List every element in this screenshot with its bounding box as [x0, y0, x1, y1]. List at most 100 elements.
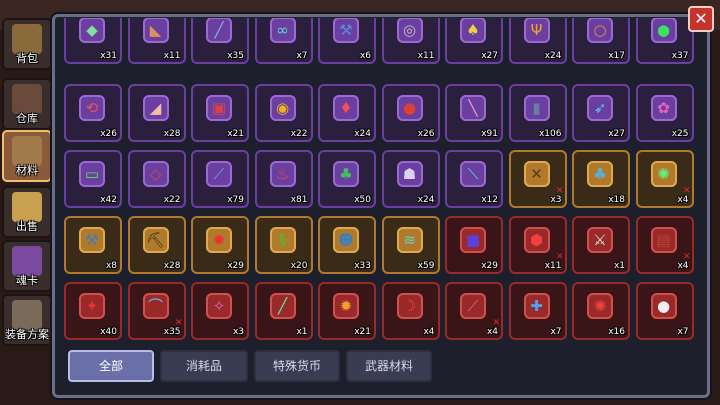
item-count: x3	[550, 195, 562, 205]
sidebar-tab-4[interactable]: 魂卡	[2, 240, 52, 292]
claw-icon: Ψ	[523, 18, 550, 43]
sidebar-tab-label: 背包	[16, 52, 38, 65]
inventory-slot[interactable]: ⟋ x79	[191, 150, 249, 208]
inventory-slot[interactable]: ♨ x81	[254, 150, 313, 208]
inventory-slot[interactable]: ○ x17	[572, 18, 630, 64]
goggles-icon: ∞	[269, 18, 296, 43]
inventory-slot[interactable]: ⟍ x12	[445, 150, 503, 208]
filter-button-2[interactable]: 特殊货币	[254, 350, 340, 382]
inventory-slot[interactable]: ⟲ x26	[64, 84, 122, 142]
inventory-slot[interactable]: ≋ x59	[381, 216, 440, 274]
item-count: x24	[354, 129, 371, 139]
inventory-slot[interactable]: ⟋ ✕ x4	[445, 282, 503, 340]
inventory-slot[interactable]: ♣ x50	[318, 150, 376, 208]
inventory-slot[interactable]: ✧ x3	[191, 282, 249, 340]
sidebar-tab-0[interactable]: 背包	[2, 18, 52, 70]
item-glyph: ●	[402, 98, 417, 117]
filter-button-3[interactable]: 武器材料	[346, 350, 432, 382]
item-count: x37	[671, 51, 689, 61]
item-count: x22	[163, 195, 181, 205]
item-glyph: ➶	[593, 98, 607, 117]
item-count: x35	[163, 327, 181, 337]
item-count: x26	[100, 129, 117, 139]
inventory-slot[interactable]: ✹ x21	[318, 282, 376, 340]
inventory-slot[interactable]: ☽ x4	[381, 282, 440, 340]
inventory-slot[interactable]: ▤ ✕ x4	[635, 216, 694, 274]
inventory-slot[interactable]: ▣ x21	[191, 84, 249, 142]
inventory-grid: ◆ x31 ◣ x11 ╱ x35 ∞ x7 ⚒ x6 ◎ x11 ♠ x27 Ψx24 ○ x17 ● x37 ⟲ x…	[60, 18, 700, 348]
bow-icon: ⌒	[142, 293, 169, 319]
inventory-slot[interactable]: ➶ x27	[572, 84, 630, 142]
inventory-slot[interactable]: ✚ x7	[508, 282, 567, 340]
inventory-slot[interactable]: § x20	[254, 216, 313, 274]
sidebar-tab-1[interactable]: 仓库	[2, 78, 52, 130]
item-glyph: ☗	[402, 164, 417, 183]
item-count: x27	[608, 129, 625, 139]
inventory-slot[interactable]: ◆ x31	[64, 18, 122, 64]
close-button[interactable]: ✕	[688, 6, 714, 32]
inventory-slot[interactable]: ▮ x106	[508, 84, 567, 142]
inventory-slot[interactable]: ◣ x11	[127, 18, 186, 64]
inventory-slot[interactable]: ◉ x22	[254, 84, 313, 142]
sidebar-tab-3[interactable]: 出售	[2, 186, 52, 238]
inventory-slot[interactable]: ♠ x27	[445, 18, 503, 64]
inventory-slot[interactable]: ✹ x29	[191, 216, 249, 274]
item-count: x35	[227, 51, 244, 61]
item-glyph: ◆	[86, 20, 98, 39]
item-glyph: ⚔	[593, 230, 607, 249]
item-count: x42	[100, 195, 117, 205]
inventory-slot[interactable]: ♦ x24	[318, 84, 376, 142]
inventory-slot[interactable]: ╲ x91	[445, 84, 503, 142]
inventory-slot[interactable]: ◇ x22	[127, 150, 186, 208]
shield-icon: ▣	[206, 95, 232, 121]
inventory-slot[interactable]: ✺ ✕ x4	[635, 150, 694, 208]
inventory-slot[interactable]: ✺ x16	[572, 282, 630, 340]
item-glyph: ▭	[84, 164, 100, 183]
sidebar-tab-2[interactable]: 材料	[2, 130, 52, 182]
inventory-slot[interactable]: ● x26	[381, 84, 440, 142]
inventory-slot[interactable]: ♣ x18	[572, 150, 630, 208]
inventory-slot[interactable]: ✦ x40	[64, 282, 122, 340]
item-count: x12	[481, 195, 498, 205]
filter-button-1[interactable]: 消耗品	[160, 350, 248, 382]
inventory-slot[interactable]: ╱ x1	[254, 282, 313, 340]
inventory-slot[interactable]: ■ x29	[445, 216, 503, 274]
inventory-slot[interactable]: ✿ x25	[635, 84, 694, 142]
inventory-slot[interactable]: ∞ x7	[254, 18, 313, 64]
fish-bone-icon: ≋	[396, 227, 423, 253]
item-count: x106	[538, 129, 562, 139]
inventory-slot[interactable]: ☗ x24	[381, 150, 440, 208]
inventory-slot[interactable]: ◢ x28	[127, 84, 186, 142]
filter-button-0[interactable]: 全部	[68, 350, 154, 382]
inventory-slot[interactable]: ⚒ x8	[64, 216, 122, 274]
inventory-slot[interactable]: ╱ x35	[191, 18, 249, 64]
inventory-slot[interactable]: ⬢ ✕ x11	[508, 216, 567, 274]
dagger-icon: ➶	[587, 95, 613, 121]
item-glyph: ✕	[530, 164, 543, 183]
item-glyph: ▤	[656, 230, 671, 249]
bat-wing-icon: ◇	[142, 161, 169, 187]
inventory-slot[interactable]: ⚔ x1	[572, 216, 630, 274]
item-glyph: ✚	[530, 296, 543, 315]
sidebar-tab-5[interactable]: 装备方案	[2, 294, 52, 346]
item-glyph: ✧	[212, 296, 226, 315]
inventory-slot[interactable]: ☻ x33	[318, 216, 376, 274]
item-glyph: ☻	[338, 230, 354, 249]
inventory-slot[interactable]: ● x7	[635, 282, 694, 340]
item-count: x26	[417, 129, 435, 139]
close-icon: ✕	[694, 9, 708, 28]
inventory-slot[interactable]: ⛏ x28	[127, 216, 186, 274]
inventory-slot[interactable]: ▭ x42	[64, 150, 122, 208]
bell-icon: ♠	[460, 18, 486, 43]
inventory-slot[interactable]: ⚒ x6	[318, 18, 376, 64]
item-count: x16	[608, 327, 625, 337]
inventory-slot[interactable]: ◎ x11	[381, 18, 440, 64]
inventory-slot[interactable]: ● x37	[635, 18, 694, 64]
sidebar-tab-label: 仓库	[16, 112, 38, 125]
red-blade-icon: ⟋	[460, 293, 486, 319]
inventory-slot[interactable]: ✕ ✕ x3	[508, 150, 567, 208]
inventory-slot[interactable]: Ψx24	[508, 18, 567, 64]
item-glyph: ⌒	[147, 296, 163, 315]
axe-icon: ⚔	[587, 227, 613, 253]
inventory-slot[interactable]: ⌒ ✕ x35	[127, 282, 186, 340]
